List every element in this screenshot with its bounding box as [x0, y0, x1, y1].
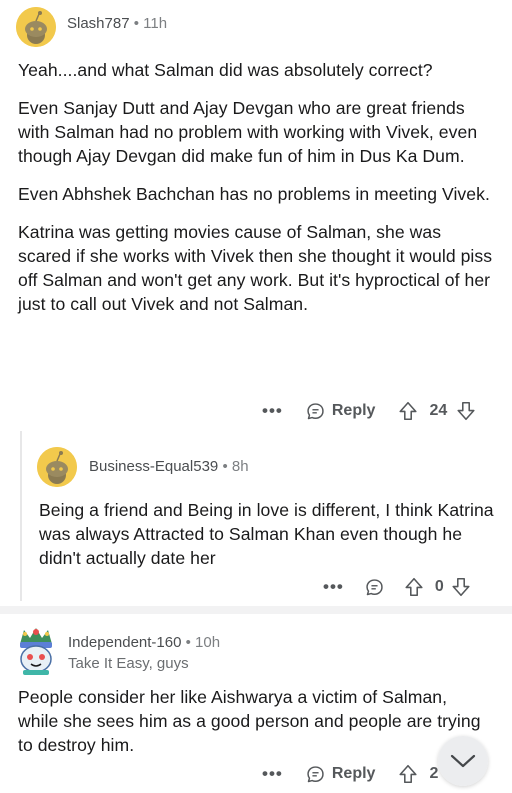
comment-paragraph: Even Sanjay Dutt and Ajay Devgan who are… — [18, 98, 478, 166]
comment-meta: Slash787 • 11h — [67, 15, 167, 32]
meta-separator: • — [133, 15, 139, 32]
comment-paragraph: Even Abhshek Bachchan has no problems in… — [18, 184, 490, 204]
more-icon[interactable]: ••• — [262, 764, 283, 784]
comment-body: Being a friend and Being in love is diff… — [39, 498, 499, 584]
reply-button[interactable]: Reply — [305, 764, 376, 785]
snoo-avatar-icon — [16, 7, 56, 47]
avatar[interactable] — [14, 626, 58, 676]
reply-label: Reply — [331, 765, 376, 782]
more-icon[interactable]: ••• — [262, 401, 283, 421]
upvote-icon[interactable] — [397, 400, 419, 422]
comment-paragraph: Katrina was getting movies cause of Salm… — [18, 222, 493, 314]
comment-business-equal539: Business-Equal539 • 8h Being a friend an… — [0, 440, 512, 605]
comment-paragraph: People consider her like Aishwarya a vic… — [18, 687, 481, 755]
reply-icon — [307, 765, 324, 782]
comment-paragraph: Being a friend and Being in love is diff… — [39, 500, 494, 568]
comment-body: Yeah....and what Salman did was absolute… — [18, 58, 498, 330]
timestamp: 8h — [231, 458, 249, 475]
snoo-avatar-icon — [37, 447, 77, 487]
timestamp: 11h — [143, 15, 168, 32]
vote-controls: 2 — [397, 763, 438, 785]
character-avatar-icon — [20, 628, 52, 675]
timestamp: 10h — [195, 634, 221, 651]
downvote-icon[interactable] — [455, 400, 477, 422]
reply-button[interactable]: Reply — [305, 401, 376, 422]
reply-icon — [307, 402, 324, 419]
comment-actions: ••• 0 — [323, 573, 503, 601]
comment-meta: Independent-160 • 10h — [68, 634, 220, 651]
username[interactable]: Slash787 — [67, 15, 130, 32]
upvote-icon[interactable] — [403, 576, 425, 598]
vote-score: 0 — [434, 578, 444, 595]
comment-actions: ••• Reply 24 — [262, 397, 502, 425]
comment-paragraph: Yeah....and what Salman did was absolute… — [18, 60, 433, 80]
more-icon[interactable]: ••• — [323, 577, 344, 597]
meta-separator: • — [222, 458, 228, 475]
user-flair: Take It Easy, guys — [68, 655, 189, 672]
reply-icon[interactable] — [364, 577, 385, 598]
username[interactable]: Business-Equal539 — [89, 458, 218, 475]
scroll-down-button[interactable] — [438, 736, 488, 786]
comment-actions: ••• Reply 2 — [262, 760, 462, 788]
comment-independent-160: Independent-160 • 10h Take It Easy, guys… — [0, 614, 512, 793]
vote-score: 2 — [429, 765, 439, 782]
username[interactable]: Independent-160 — [68, 634, 181, 651]
vote-controls: 0 — [403, 576, 472, 598]
comment-meta: Business-Equal539 • 8h — [89, 458, 249, 475]
avatar[interactable] — [16, 7, 56, 47]
chevron-down-icon — [450, 754, 476, 768]
downvote-icon[interactable] — [450, 576, 472, 598]
vote-controls: 24 — [397, 400, 477, 422]
comment-slash787: Slash787 • 11h Yeah....and what Salman d… — [0, 0, 512, 430]
reply-label: Reply — [331, 402, 376, 419]
comment-divider — [0, 606, 512, 614]
avatar[interactable] — [37, 447, 77, 487]
upvote-icon[interactable] — [397, 763, 419, 785]
comment-body: People consider her like Aishwarya a vic… — [18, 685, 488, 771]
vote-score: 24 — [429, 402, 448, 419]
meta-separator: • — [185, 634, 191, 651]
